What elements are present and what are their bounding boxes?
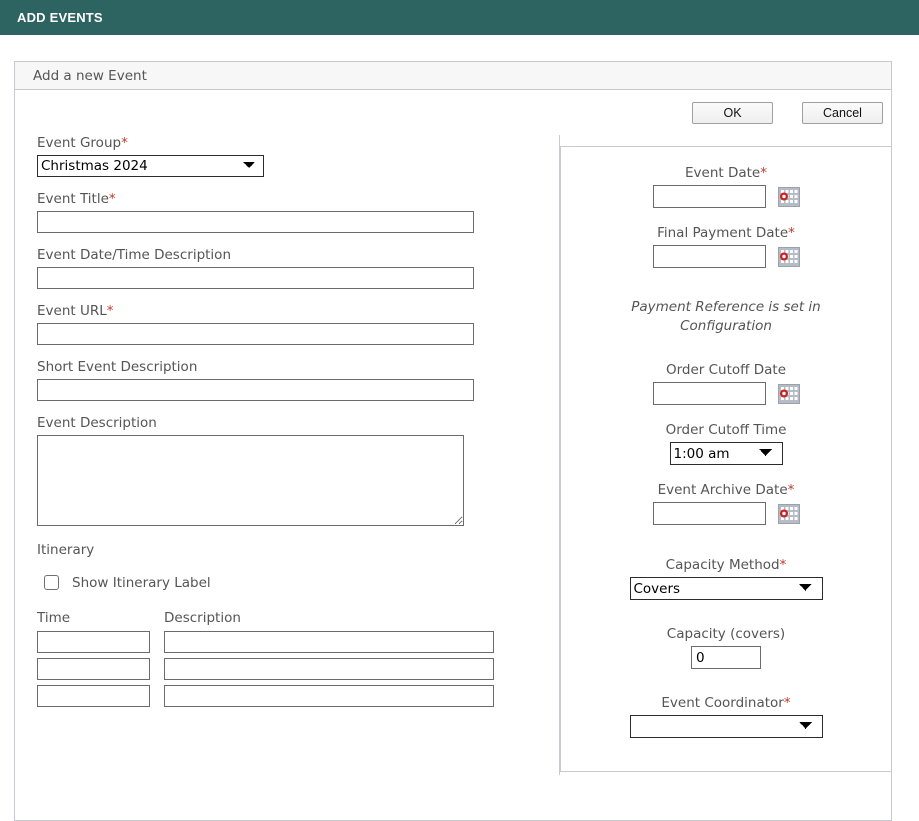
- itinerary-column-headers: Time Description: [37, 610, 560, 626]
- field-event-datetime-description: Event Date/Time Description: [37, 247, 560, 289]
- form-columns: Event Group* Christmas 2024 Event Title*…: [15, 135, 892, 775]
- form-action-bar: OK Cancel: [15, 90, 891, 135]
- event-description-textarea[interactable]: [37, 435, 464, 526]
- field-final-payment-date: Final Payment Date*: [561, 225, 891, 268]
- final-payment-date-input[interactable]: [652, 245, 766, 268]
- field-capacity-covers: Capacity (covers): [561, 626, 891, 670]
- event-url-input[interactable]: [37, 323, 474, 345]
- cancel-button[interactable]: Cancel: [802, 102, 883, 124]
- itinerary-heading: Itinerary: [37, 542, 95, 558]
- page-title: ADD EVENTS: [17, 10, 103, 25]
- event-archive-date-label: Event Archive Date*: [657, 482, 795, 499]
- field-order-cutoff-time: Order Cutoff Time 1:00 am: [561, 422, 891, 466]
- show-itinerary-label-checkbox[interactable]: [44, 575, 59, 590]
- required-asterisk: *: [108, 191, 116, 207]
- required-asterisk: *: [783, 695, 791, 712]
- field-event-group: Event Group* Christmas 2024: [37, 135, 560, 177]
- event-description-label: Event Description: [37, 415, 157, 431]
- itinerary-description-header: Description: [164, 610, 241, 626]
- final-payment-date-label: Final Payment Date*: [657, 225, 795, 241]
- itinerary-time-input[interactable]: [37, 631, 150, 653]
- itinerary-description-input[interactable]: [164, 631, 494, 653]
- right-form-column: Event Date* Final Payment Date* Payment …: [560, 146, 892, 772]
- show-itinerary-label-row: Show Itinerary Label: [37, 572, 560, 593]
- order-cutoff-time-label: Order Cutoff Time: [665, 422, 787, 439]
- capacity-covers-label: Capacity (covers): [666, 626, 786, 643]
- calendar-icon[interactable]: [777, 186, 800, 207]
- short-event-description-label: Short Event Description: [37, 359, 198, 375]
- required-asterisk: *: [121, 135, 128, 151]
- event-group-select[interactable]: Christmas 2024: [37, 155, 264, 177]
- show-itinerary-label-text: Show Itinerary Label: [72, 574, 211, 591]
- itinerary-time-header: Time: [37, 610, 71, 626]
- capacity-method-label: Capacity Method*: [665, 557, 787, 574]
- itinerary-row: [37, 631, 560, 653]
- itinerary-description-input[interactable]: [164, 685, 494, 707]
- itinerary-row: [37, 658, 560, 680]
- left-form-column: Event Group* Christmas 2024 Event Title*…: [15, 135, 560, 712]
- required-asterisk: *: [779, 557, 787, 574]
- itinerary-description-input[interactable]: [164, 658, 494, 680]
- capacity-covers-input[interactable]: [691, 646, 761, 670]
- calendar-icon[interactable]: [777, 383, 800, 404]
- field-event-description: Event Description: [37, 415, 560, 526]
- order-cutoff-time-select[interactable]: 1:00 am: [669, 442, 783, 466]
- field-event-url: Event URL*: [37, 303, 560, 345]
- capacity-method-select[interactable]: Covers: [629, 577, 823, 601]
- event-date-input[interactable]: [652, 185, 766, 208]
- add-event-panel: Add a new Event OK Cancel Event Group* C…: [14, 61, 892, 821]
- order-cutoff-date-input[interactable]: [652, 382, 766, 406]
- event-title-label: Event Title*: [37, 191, 116, 207]
- app-header-bar: ADD EVENTS: [0, 0, 919, 35]
- event-datetime-description-label: Event Date/Time Description: [37, 247, 231, 263]
- event-url-label: Event URL*: [37, 303, 114, 319]
- field-order-cutoff-date: Order Cutoff Date: [561, 362, 891, 406]
- event-datetime-description-input[interactable]: [37, 267, 474, 289]
- calendar-icon[interactable]: [777, 246, 800, 267]
- panel-header: Add a new Event: [15, 62, 891, 90]
- event-title-input[interactable]: [37, 211, 474, 233]
- field-event-date: Event Date*: [561, 165, 891, 208]
- itinerary-time-input[interactable]: [37, 658, 150, 680]
- short-event-description-input[interactable]: [37, 379, 474, 401]
- event-archive-date-input[interactable]: [652, 502, 766, 526]
- required-asterisk: *: [106, 303, 114, 319]
- field-event-coordinator: Event Coordinator*: [561, 695, 891, 739]
- panel-title: Add a new Event: [33, 67, 147, 84]
- event-coordinator-label: Event Coordinator*: [661, 695, 791, 712]
- calendar-icon[interactable]: [777, 503, 800, 524]
- event-coordinator-select[interactable]: [629, 715, 823, 739]
- payment-reference-note: Payment Reference is set in Configuratio…: [631, 299, 821, 335]
- order-cutoff-date-label: Order Cutoff Date: [665, 362, 787, 379]
- field-event-archive-date: Event Archive Date*: [561, 482, 891, 526]
- required-asterisk: *: [760, 165, 767, 181]
- required-asterisk: *: [787, 482, 795, 499]
- itinerary-row: [37, 685, 560, 707]
- event-date-label: Event Date*: [685, 165, 767, 181]
- required-asterisk: *: [788, 225, 795, 241]
- field-capacity-method: Capacity Method* Covers: [561, 557, 891, 601]
- event-group-label: Event Group*: [37, 135, 128, 151]
- field-short-event-description: Short Event Description: [37, 359, 560, 401]
- itinerary-time-input[interactable]: [37, 685, 150, 707]
- field-event-title: Event Title*: [37, 191, 560, 233]
- ok-button[interactable]: OK: [692, 102, 773, 124]
